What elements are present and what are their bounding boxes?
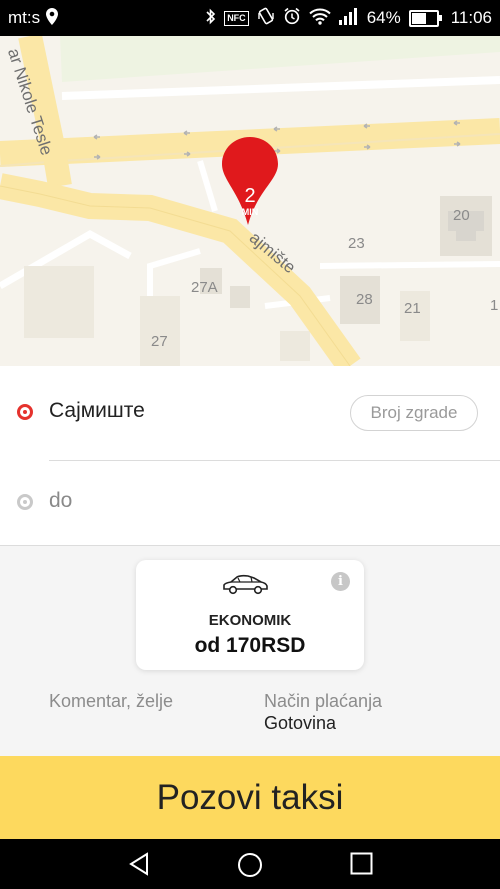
origin-address[interactable]: Сајмиште [49,399,145,423]
comment-field[interactable]: Komentar, želje [49,691,173,712]
carrier-label: mt:s [8,8,41,27]
car-icon [223,574,268,595]
payment-method-value[interactable]: Gotovina [264,713,336,734]
battery-percent: 64% [366,8,401,27]
wifi-icon [308,8,331,29]
call-taxi-button[interactable]: Pozovi taksi [0,756,500,839]
location-icon [46,7,59,29]
pin-eta-number: 2 [244,185,256,207]
house-number: 21 [404,300,421,317]
vehicle-price: od 170RSD [194,634,306,657]
house-number: 23 [348,235,365,252]
navigation-bar [0,839,500,889]
vehicle-type: EKONOMIK [208,612,292,629]
destination-input[interactable]: do [49,489,72,513]
origin-dot-icon [17,404,33,420]
vehicle-card[interactable]: i EKONOMIK od 170RSD [136,560,364,670]
house-number: 1 [490,297,499,314]
house-number: 28 [356,291,373,308]
house-number: 27 [151,333,168,350]
alarm-icon [283,7,301,29]
bluetooth-icon [206,8,216,29]
pin-eta: 2 MIN [221,186,279,218]
signal-icon [338,7,359,29]
payment-method-label[interactable]: Način plaćanja [264,691,382,712]
vibrate-icon [257,7,275,29]
pin-eta-unit: MIN [241,207,259,217]
clock: 11:06 [450,8,492,27]
battery-icon [408,9,442,27]
house-number: 27A [191,279,218,296]
destination-dot-icon [17,494,33,510]
building-number-button[interactable]: Broj zgrade [350,395,478,431]
home-icon[interactable] [237,852,263,878]
back-icon[interactable] [127,852,151,876]
recents-icon[interactable] [350,852,373,875]
divider [49,460,500,461]
status-bar: mt:s NFC 64% 11:06 [0,0,500,36]
nfc-icon: NFC [224,10,249,26]
info-icon[interactable]: i [331,572,350,591]
house-number: 20 [453,207,470,224]
